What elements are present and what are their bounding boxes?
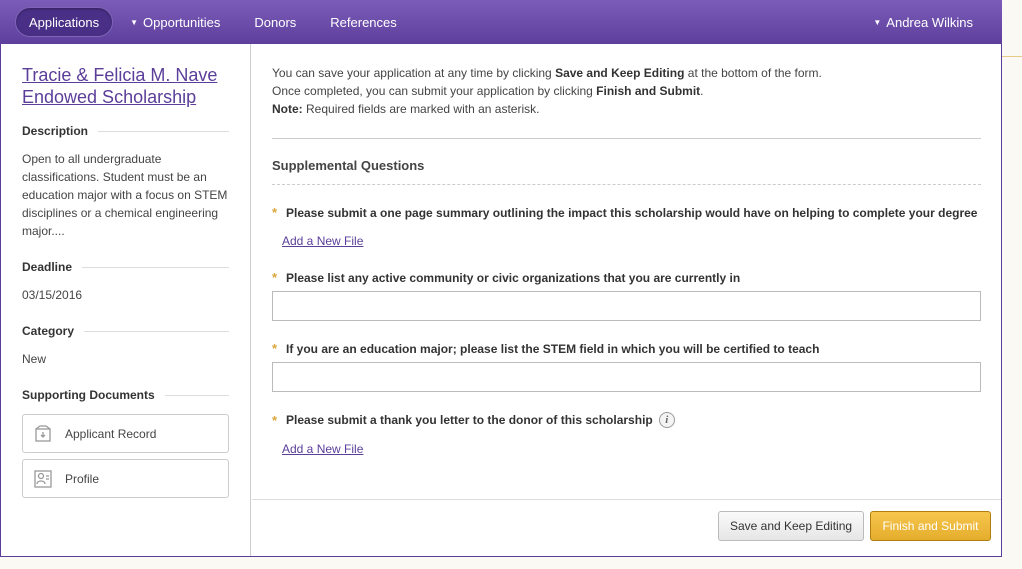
question-1-label: Please submit a one page summary outlini… xyxy=(286,205,978,220)
applicant-record-button[interactable]: Applicant Record xyxy=(22,414,229,453)
scholarship-sidebar: Tracie & Felicia M. Nave Endowed Scholars… xyxy=(0,44,251,556)
top-nav: Applications ▼ Opportunities Donors Refer… xyxy=(0,0,1002,44)
user-name: Andrea Wilkins xyxy=(886,14,973,30)
required-star-icon: * xyxy=(272,205,278,220)
question-4: * Please submit a thank you letter to the… xyxy=(272,412,981,428)
intro-note: Note: Required fields are marked with an… xyxy=(272,102,540,116)
nav-opportunities-label: Opportunities xyxy=(143,14,221,30)
scholarship-title-link[interactable]: Tracie & Felicia M. Nave Endowed Scholars… xyxy=(22,64,229,108)
divider xyxy=(98,130,229,132)
applicant-record-label: Applicant Record xyxy=(65,426,157,441)
finish-and-submit-button[interactable]: Finish and Submit xyxy=(870,511,991,541)
application-form: You can save your application at any tim… xyxy=(252,44,1001,556)
question-1: * Please submit a one page summary outlin… xyxy=(272,205,981,220)
intro-text: You can save your application at any tim… xyxy=(272,64,981,139)
supplemental-heading: Supplemental Questions xyxy=(272,158,981,185)
title-line2: Endowed Scholarship xyxy=(22,87,197,107)
description-text: Open to all undergraduate classification… xyxy=(22,152,228,238)
question-2: * Please list any active community or civ… xyxy=(272,270,981,285)
supporting-docs-label: Supporting Documents xyxy=(22,388,155,402)
user-menu[interactable]: ▼ Andrea Wilkins xyxy=(856,7,990,37)
intro-line1: You can save your application at any tim… xyxy=(272,66,822,80)
question-3-label: If you are an education major; please li… xyxy=(286,341,820,356)
question-2-label: Please list any active community or civi… xyxy=(286,270,741,285)
add-file-link-q1[interactable]: Add a New File xyxy=(282,234,363,248)
add-file-link-q4[interactable]: Add a New File xyxy=(282,442,363,456)
save-and-keep-editing-button[interactable]: Save and Keep Editing xyxy=(718,511,864,541)
nav-donors[interactable]: Donors xyxy=(237,7,313,37)
title-line1: Tracie & Felicia M. Nave xyxy=(22,65,218,85)
divider xyxy=(1002,56,1022,57)
divider xyxy=(164,394,229,396)
supporting-docs-heading: Supporting Documents xyxy=(22,388,229,402)
profile-button[interactable]: Profile xyxy=(22,459,229,498)
deadline-value: 03/15/2016 xyxy=(22,288,83,302)
profile-icon xyxy=(34,469,52,488)
question-4-label: Please submit a thank you letter to the … xyxy=(286,413,653,427)
nav-references[interactable]: References xyxy=(313,7,413,37)
info-icon[interactable]: i xyxy=(658,412,675,428)
category-label: Category xyxy=(22,324,75,338)
organizations-input[interactable] xyxy=(272,291,981,321)
record-icon xyxy=(35,424,51,442)
required-star-icon: * xyxy=(272,341,278,356)
divider xyxy=(82,266,229,268)
intro-line2: Once completed, you can submit your appl… xyxy=(272,84,704,98)
required-star-icon: * xyxy=(272,412,278,428)
caret-down-icon: ▼ xyxy=(873,17,882,27)
nav-opportunities[interactable]: ▼ Opportunities xyxy=(113,7,237,37)
deadline-label: Deadline xyxy=(22,260,73,274)
description-label: Description xyxy=(22,124,89,138)
required-star-icon: * xyxy=(272,270,278,285)
deadline-heading: Deadline xyxy=(22,260,229,274)
nav-applications[interactable]: Applications xyxy=(15,7,114,37)
description-heading: Description xyxy=(22,124,229,138)
profile-label: Profile xyxy=(65,471,100,486)
divider xyxy=(84,330,229,332)
question-3: * If you are an education major; please l… xyxy=(272,341,981,356)
form-footer: Save and Keep Editing Finish and Submit xyxy=(252,499,1001,547)
stem-field-input[interactable] xyxy=(272,362,981,392)
category-value: New xyxy=(22,352,47,366)
category-heading: Category xyxy=(22,324,229,338)
caret-down-icon: ▼ xyxy=(130,17,139,27)
